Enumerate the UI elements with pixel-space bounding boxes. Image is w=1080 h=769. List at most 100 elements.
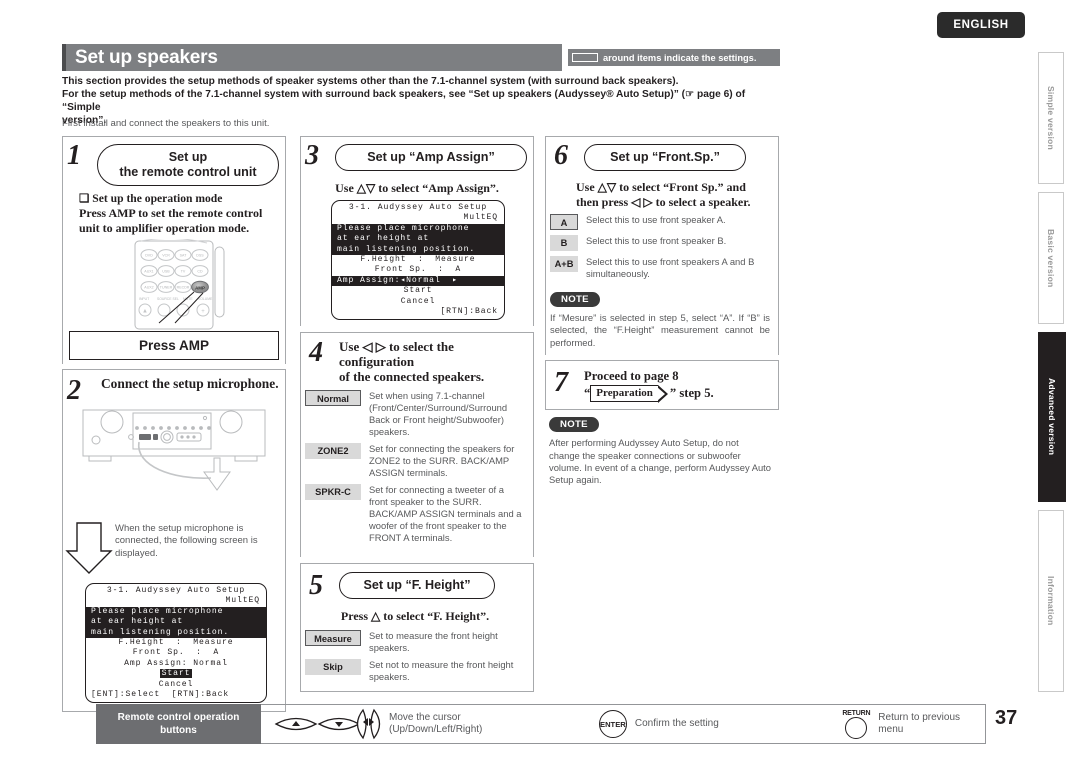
page-title-bar: Set up speakers bbox=[62, 44, 562, 71]
svg-text:▲: ▲ bbox=[142, 309, 148, 315]
step-4-panel: 4 Use ◁ ▷ to select the configuration of… bbox=[300, 332, 534, 558]
side-tab-label: Simple version bbox=[1046, 86, 1056, 150]
osd-start-row: Start bbox=[86, 669, 266, 679]
step-2-title: Connect the setup microphone. bbox=[101, 376, 279, 391]
column-left: 1 Set up the remote control unit ❑ Set u… bbox=[62, 136, 286, 713]
svg-text:USB: USB bbox=[162, 269, 170, 273]
option-key-normal[interactable]: Normal bbox=[305, 390, 361, 407]
legend-label-line-2: buttons bbox=[160, 725, 197, 736]
step-1-panel: 1 Set up the remote control unit ❑ Set u… bbox=[62, 136, 286, 364]
osd-screen-step3: 3-1. Audyssey Auto Setup MultEQ Please p… bbox=[331, 200, 505, 321]
option-row-b: B Select this to use front speaker B. bbox=[550, 235, 770, 252]
option-desc-a-plus-b: Select this to use front speakers A and … bbox=[586, 256, 755, 280]
language-badge: ENGLISH bbox=[937, 12, 1025, 38]
step-5-panel: 5 Set up “F. Height” Press △ to select “… bbox=[300, 563, 534, 693]
column-right: 6 Set up “Front.Sp.” Use △▽ to select “F… bbox=[545, 136, 779, 486]
option-key-a[interactable]: A bbox=[550, 214, 578, 231]
step-6-instruction-line-2: then press ◁ ▷ to select a speaker. bbox=[576, 194, 751, 209]
osd-row-frontsp: Front Sp. : A bbox=[132, 648, 220, 658]
svg-text:DVD: DVD bbox=[145, 253, 153, 257]
option-key-b[interactable]: B bbox=[550, 235, 578, 252]
osd-cancel-row: Cancel bbox=[158, 679, 194, 689]
receiver-illustration bbox=[63, 404, 285, 517]
remote-control-illustration: AMP DVD VCR SAT DSS AUX1 USB TV CD AUX2 TUNER RE… bbox=[63, 237, 285, 331]
side-tab-strip: Simple version Basic version Advanced ve… bbox=[1038, 52, 1068, 692]
press-amp-callout: Press AMP bbox=[69, 331, 279, 360]
step-1-title-line-2: the remote control unit bbox=[119, 165, 257, 179]
step-5-title: Set up “F. Height” bbox=[339, 572, 495, 600]
osd-footer: [ENT]:Select [RTN]:Back bbox=[91, 690, 230, 700]
cursor-buttons-icon bbox=[274, 708, 381, 740]
osd-message-line-2: at ear height at bbox=[86, 617, 266, 628]
step-2-number: 2 bbox=[67, 375, 81, 406]
svg-text:TV: TV bbox=[181, 269, 186, 273]
step-1-bullet: ❑ Set up the operation mode bbox=[79, 192, 223, 205]
option-row-zone2: ZONE2 Set for connecting the speakers fo… bbox=[305, 443, 525, 479]
page-number: 37 bbox=[995, 707, 1018, 729]
legend-cursor-line-1: Move the cursor bbox=[389, 711, 461, 723]
step-4-title-line-1: Use ◁ ▷ to select the configuration bbox=[339, 339, 454, 370]
osd-row-ampassign: Amp Assign: Normal bbox=[124, 658, 228, 668]
legend-swatch-icon bbox=[572, 53, 598, 62]
svg-text:SOURCE SEL: SOURCE SEL bbox=[157, 297, 179, 301]
osd-row-ampassign-selected: Amp Assign:◂Normal ▸ bbox=[332, 275, 504, 287]
option-key-spkrc[interactable]: SPKR-C bbox=[305, 484, 361, 501]
side-tab-label: Advanced version bbox=[1047, 378, 1057, 456]
side-tab-simple-version[interactable]: Simple version bbox=[1038, 52, 1064, 184]
step-7-panel: 7 Proceed to page 8 “Preparation” step 5… bbox=[545, 359, 779, 411]
remote-control-svg: AMP DVD VCR SAT DSS AUX1 USB TV CD AUX2 TUNER RE… bbox=[134, 237, 225, 330]
side-tab-advanced-version[interactable]: Advanced version bbox=[1038, 332, 1066, 502]
side-tab-basic-version[interactable]: Basic version bbox=[1038, 192, 1064, 324]
osd-message-line-2: at ear height at bbox=[332, 234, 504, 245]
language-badge-label: ENGLISH bbox=[953, 19, 1009, 31]
option-row-normal: Normal Set when using 7.1-channel (Front… bbox=[305, 390, 525, 438]
step-6-title: Set up “Front.Sp.” bbox=[584, 144, 746, 171]
option-desc-a: Select this to use front speaker A. bbox=[586, 214, 726, 226]
side-tab-information[interactable]: Information bbox=[1038, 510, 1064, 692]
option-key-a-plus-b[interactable]: A+B bbox=[550, 256, 578, 273]
osd-subtitle: MultEQ bbox=[463, 213, 498, 223]
step-7-line-2: “Preparation” step 5. bbox=[584, 385, 770, 404]
step-3-title: Set up “Amp Assign” bbox=[335, 144, 527, 171]
page-title: Set up speakers bbox=[75, 46, 218, 68]
option-key-measure[interactable]: Measure bbox=[305, 630, 361, 647]
svg-text:RECDR: RECDR bbox=[177, 285, 190, 289]
svg-text:VOLUME: VOLUME bbox=[198, 297, 213, 301]
step-1-title: Set up the remote control unit bbox=[97, 144, 279, 186]
osd-title: 3-1. Audyssey Auto Setup bbox=[348, 203, 488, 212]
osd-message-line-3: main listening position. bbox=[332, 244, 504, 256]
note-badge-step7: NOTE bbox=[549, 417, 599, 433]
return-button-circle bbox=[845, 716, 868, 739]
remote-button-legend: Remote control operation buttons Move th… bbox=[96, 704, 986, 744]
step-4-number: 4 bbox=[309, 337, 323, 369]
column-middle: 3 Set up “Amp Assign” Use △▽ to select “… bbox=[300, 136, 534, 693]
legend-label-line-1: Remote control operation bbox=[117, 712, 240, 723]
osd-message-line-3: main listening position. bbox=[86, 627, 266, 639]
osd-cancel-row: Cancel bbox=[400, 296, 436, 306]
intro-note: First install and connect the speakers t… bbox=[62, 118, 270, 129]
receiver-svg bbox=[82, 409, 266, 491]
note-block-step7: NOTE After performing Audyssey Auto Setu… bbox=[545, 410, 779, 486]
osd-row-frontsp: Front Sp. : A bbox=[374, 265, 462, 275]
flow-arrow-and-caption: When the setup microphone is connected, … bbox=[63, 519, 285, 577]
option-key-zone2[interactable]: ZONE2 bbox=[305, 443, 361, 460]
svg-text:INPUT: INPUT bbox=[139, 297, 149, 301]
osd-row-fheight: F.Height : Measure bbox=[118, 638, 234, 648]
svg-text:CD: CD bbox=[197, 269, 203, 273]
return-button-icon[interactable]: RETURN bbox=[842, 710, 870, 739]
svg-text:AMP: AMP bbox=[195, 285, 205, 290]
side-tab-label: Basic version bbox=[1046, 228, 1056, 288]
step-7-number: 7 bbox=[554, 366, 568, 398]
osd-row-fheight: F.Height : Measure bbox=[360, 255, 476, 265]
option-key-skip[interactable]: Skip bbox=[305, 659, 361, 676]
step-1-title-line-1: Set up bbox=[168, 150, 208, 164]
step-4-title: Use ◁ ▷ to select the configuration of t… bbox=[339, 339, 525, 384]
svg-text:SAT: SAT bbox=[180, 253, 188, 257]
osd-title: 3-1. Audyssey Auto Setup bbox=[106, 586, 246, 595]
enter-button-icon[interactable]: ENTER bbox=[598, 710, 627, 738]
note-body-step7: After performing Audyssey Auto Setup, do… bbox=[549, 437, 772, 486]
preparation-button[interactable]: Preparation bbox=[590, 385, 668, 404]
svg-text:VCR: VCR bbox=[162, 253, 170, 257]
step-3-header: 3 Set up “Amp Assign” bbox=[301, 137, 533, 175]
osd-right-arrow-icon: ▸ bbox=[452, 275, 458, 285]
